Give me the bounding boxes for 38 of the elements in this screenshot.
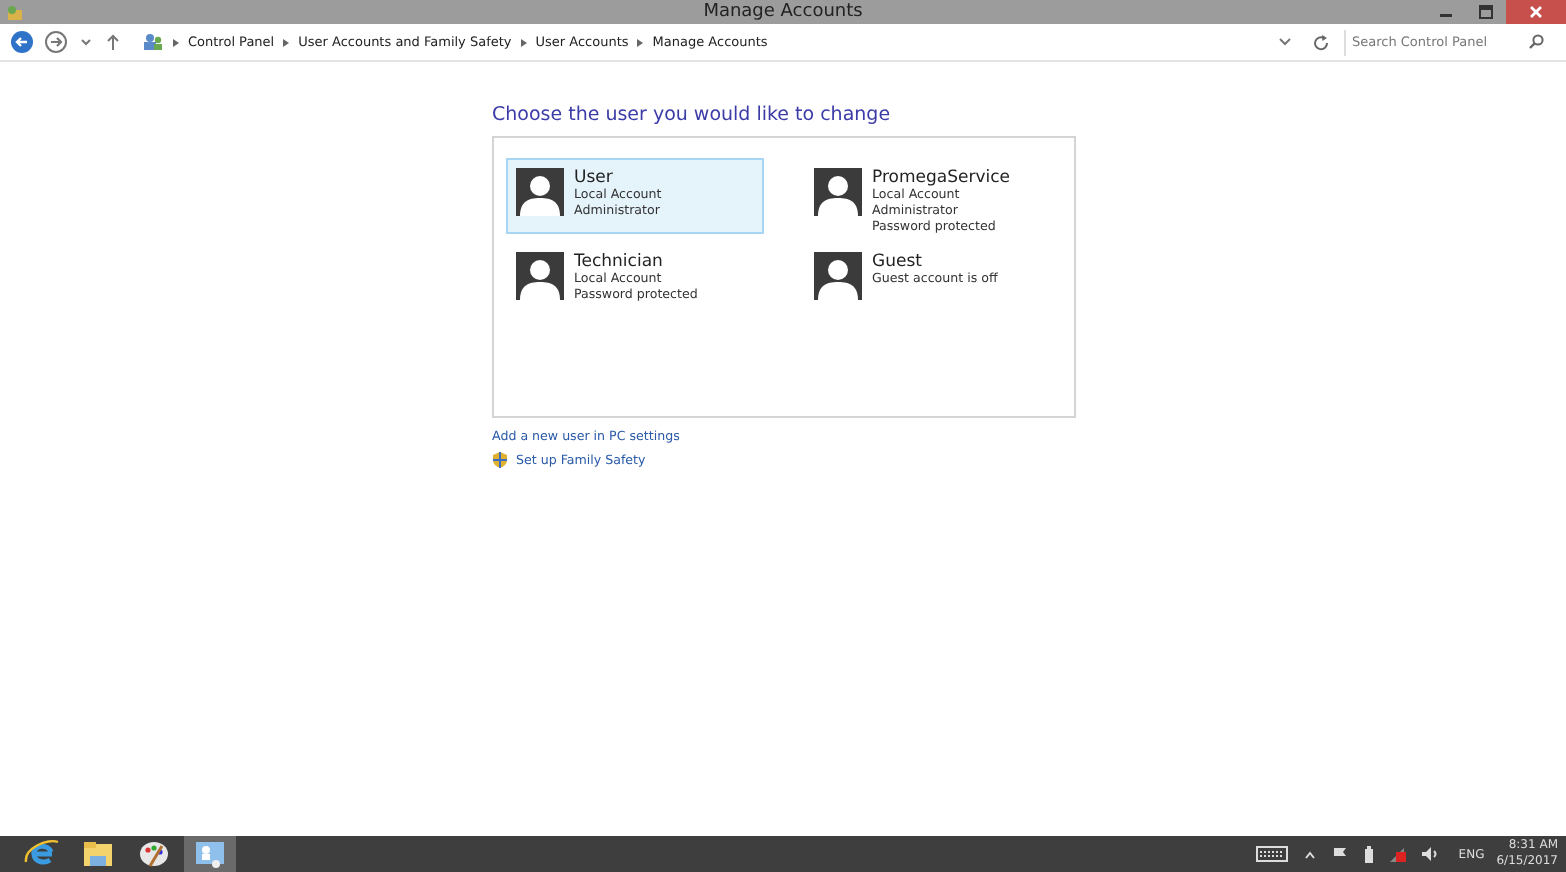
palette-icon [138,840,170,868]
shield-icon [492,452,508,468]
forward-arrow-icon [44,30,68,54]
user-silhouette-icon [516,168,564,216]
battery-icon[interactable] [1364,845,1375,863]
window-title: Manage Accounts [703,0,863,24]
breadcrumb-separator-icon [519,37,528,47]
network-warning-icon[interactable] [1390,846,1407,862]
control-panel-icon [6,3,24,21]
forward-button[interactable] [42,28,70,56]
refresh-icon[interactable] [1312,33,1330,51]
maximize-icon [1478,4,1495,20]
account-name: PromegaService [872,168,1011,188]
user-silhouette-icon [814,252,862,300]
control-panel-icon [194,840,226,868]
back-button[interactable] [8,28,36,56]
account-name: Technician [574,252,665,272]
taskbar-app-button[interactable] [184,836,236,872]
keyboard-icon[interactable] [1256,846,1289,862]
account-name: Guest [872,252,924,272]
folder-icon [82,840,114,868]
user-silhouette-icon [516,252,564,300]
breadcrumb-separator-icon [282,37,291,47]
close-button[interactable] [1506,0,1566,24]
page-heading: Choose the user you would like to change [492,104,893,126]
up-arrow-icon[interactable] [106,33,120,51]
flag-icon[interactable] [1332,846,1349,862]
close-icon [1528,4,1545,20]
speaker-icon[interactable] [1422,846,1439,862]
search-icon [1528,34,1544,50]
chevron-up-icon[interactable] [1304,849,1317,859]
user-silhouette-icon [814,168,862,216]
back-arrow-icon [10,30,34,54]
account-name: User [574,168,615,188]
breadcrumb-separator-icon [636,37,645,47]
users-icon [142,32,164,52]
breadcrumb-separator-icon [172,37,180,47]
letter-e-icon [24,838,60,870]
